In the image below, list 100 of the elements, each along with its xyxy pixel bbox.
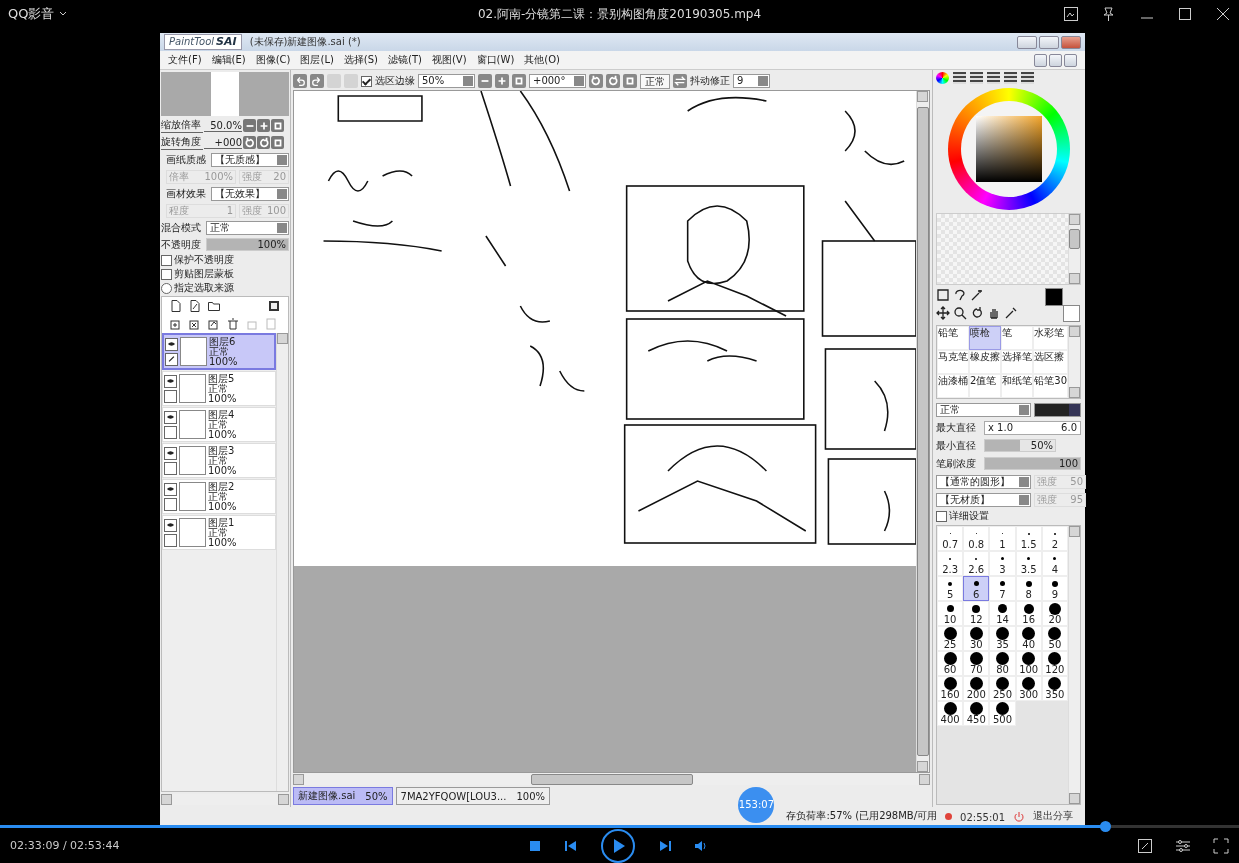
visibility-toggle[interactable] bbox=[165, 337, 178, 351]
brush-tool[interactable]: 喷枪 bbox=[969, 326, 1002, 350]
density-slider[interactable]: 100 bbox=[984, 457, 1081, 470]
next-icon[interactable] bbox=[658, 838, 672, 853]
brush-size-preset[interactable]: 12 bbox=[963, 601, 990, 626]
magic-wand-icon[interactable] bbox=[970, 288, 984, 302]
scratchpad-tab[interactable] bbox=[1021, 72, 1034, 84]
brush-size-preset[interactable]: 0.8 bbox=[963, 526, 990, 551]
brush-mode-dropdown[interactable]: 正常 bbox=[936, 402, 1031, 417]
new-layer-icon[interactable] bbox=[170, 300, 182, 312]
brush-size-preset[interactable]: 500 bbox=[989, 701, 1016, 726]
scrollbar-thumb[interactable] bbox=[917, 106, 929, 757]
mask-icon[interactable] bbox=[268, 300, 280, 312]
brush-size-preset[interactable]: 350 bbox=[1041, 676, 1068, 701]
brush-tool[interactable]: 铅笔 bbox=[937, 326, 970, 350]
brush-size-preset[interactable]: 250 bbox=[989, 676, 1016, 701]
checkbox[interactable] bbox=[161, 254, 172, 266]
zoom-in-button[interactable] bbox=[495, 74, 509, 88]
brush-size-preset[interactable]: 10 bbox=[937, 601, 964, 626]
brush-tool[interactable]: 油漆桶 bbox=[937, 374, 970, 398]
scrollbar-thumb[interactable] bbox=[530, 773, 693, 785]
zoom-in-button[interactable] bbox=[257, 119, 270, 132]
brush-size-preset[interactable]: 6 bbox=[963, 576, 990, 601]
brush-tool[interactable]: 铅笔30 bbox=[1033, 374, 1068, 398]
zoom-icon[interactable] bbox=[953, 306, 967, 320]
edit-lock-toggle[interactable] bbox=[164, 497, 177, 511]
min-size-slider[interactable]: 50% bbox=[984, 439, 1056, 452]
eyedropper-icon[interactable] bbox=[1004, 306, 1018, 320]
texture-dropdown[interactable]: 【无质感】 bbox=[211, 152, 289, 167]
max-size-field[interactable]: x 1.0 6.0 bbox=[984, 420, 1081, 435]
zoom-dropdown[interactable]: 50% bbox=[418, 74, 475, 88]
layer-item[interactable]: 图层4 正常 100% bbox=[162, 407, 276, 442]
menu-item[interactable]: 滤镜(T) bbox=[388, 53, 422, 67]
brush-size-preset[interactable]: 3 bbox=[989, 551, 1016, 576]
zoom-reset-button[interactable] bbox=[512, 74, 526, 88]
brush-size-preset[interactable]: 50 bbox=[1041, 626, 1068, 651]
opacity-slider[interactable]: 100% bbox=[206, 238, 289, 251]
restore-button[interactable] bbox=[1049, 53, 1062, 67]
brush-size-preset[interactable]: 35 bbox=[989, 626, 1016, 651]
close-button[interactable] bbox=[1064, 53, 1077, 67]
close-icon[interactable] bbox=[1215, 6, 1231, 22]
menu-item[interactable]: 选择(S) bbox=[343, 53, 378, 67]
edit-lock-toggle[interactable] bbox=[164, 533, 177, 547]
radio-button[interactable] bbox=[161, 282, 172, 294]
brush-size-preset[interactable]: 4 bbox=[1041, 551, 1068, 576]
document-tab[interactable]: 新建图像.sai 50% bbox=[293, 787, 393, 805]
copy-layer-icon[interactable] bbox=[170, 318, 182, 330]
brush-tool[interactable]: 选择笔 bbox=[1001, 350, 1034, 374]
foreground-color-swatch[interactable] bbox=[1045, 288, 1063, 306]
stabilizer-dropdown[interactable]: 9 bbox=[733, 74, 770, 88]
stop-icon[interactable] bbox=[528, 838, 542, 853]
menu-item[interactable]: 文件(F) bbox=[168, 53, 202, 67]
brush-size-preset[interactable]: 16 bbox=[1015, 601, 1042, 626]
undo-button[interactable] bbox=[293, 74, 307, 88]
visibility-toggle[interactable] bbox=[164, 374, 177, 388]
brush-tool[interactable]: 和纸笔 bbox=[1001, 374, 1034, 398]
brush-size-preset[interactable]: 30 bbox=[963, 626, 990, 651]
rgb-slider-tab[interactable] bbox=[953, 72, 966, 84]
brush-size-preset[interactable]: 1 bbox=[989, 526, 1016, 551]
zoom-out-button[interactable] bbox=[243, 119, 256, 132]
brush-size-preset[interactable]: 400 bbox=[937, 701, 964, 726]
brush-size-preset[interactable]: 5 bbox=[937, 576, 964, 601]
brush-tool[interactable]: 选区擦 bbox=[1033, 350, 1068, 374]
menu-item[interactable]: 图层(L) bbox=[300, 53, 334, 67]
previous-icon[interactable] bbox=[564, 838, 578, 853]
document-tab[interactable]: 7MA2YFQOW[LOU3... 100% bbox=[395, 787, 550, 805]
brush-tool[interactable]: 2值笔 bbox=[969, 374, 1002, 398]
view-mode-button[interactable]: 正常 bbox=[640, 73, 670, 89]
move-icon[interactable] bbox=[936, 306, 950, 320]
brush-size-preset[interactable]: 9 bbox=[1041, 576, 1068, 601]
brush-tool[interactable]: 橡皮擦 bbox=[969, 350, 1002, 374]
gradient-slider-tab[interactable] bbox=[987, 72, 1000, 84]
minimize-button[interactable] bbox=[1034, 53, 1047, 67]
brush-size-preset[interactable]: 70 bbox=[963, 651, 990, 676]
menu-item[interactable]: 视图(V) bbox=[431, 53, 467, 67]
brush-size-preset[interactable]: 25 bbox=[937, 626, 964, 651]
maximize-icon[interactable] bbox=[1177, 6, 1193, 22]
brush-size-preset[interactable]: 14 bbox=[989, 601, 1016, 626]
brush-tool[interactable]: 水彩笔 bbox=[1033, 326, 1068, 350]
rotate-icon[interactable] bbox=[970, 306, 984, 320]
brush-size-preset[interactable]: 0.7 bbox=[937, 526, 964, 551]
color-wheel-tab[interactable] bbox=[936, 72, 949, 84]
edit-lock-toggle[interactable] bbox=[164, 425, 177, 439]
zoom-out-button[interactable] bbox=[478, 74, 492, 88]
brush-size-preset[interactable]: 40 bbox=[1015, 626, 1042, 651]
brush-size-preset[interactable]: 20 bbox=[1041, 601, 1068, 626]
fullscreen-icon[interactable] bbox=[1213, 837, 1229, 854]
menu-item[interactable]: 窗口(W) bbox=[476, 53, 515, 67]
play-button[interactable] bbox=[600, 827, 636, 863]
brush-size-preset[interactable]: 2.3 bbox=[937, 551, 964, 576]
layer-item[interactable]: 图层1 正常 100% bbox=[162, 515, 276, 550]
progress-knob[interactable] bbox=[1100, 821, 1112, 832]
brush-size-preset[interactable]: 200 bbox=[963, 676, 990, 701]
visibility-toggle[interactable] bbox=[164, 482, 177, 496]
new-vector-layer-icon[interactable] bbox=[189, 300, 201, 312]
flip-button[interactable] bbox=[673, 74, 687, 88]
trash-icon[interactable] bbox=[227, 318, 239, 330]
texture-dropdown[interactable]: 【无效果】 bbox=[211, 186, 289, 201]
close-button[interactable] bbox=[1061, 35, 1081, 49]
brush-size-preset[interactable]: 8 bbox=[1015, 576, 1042, 601]
